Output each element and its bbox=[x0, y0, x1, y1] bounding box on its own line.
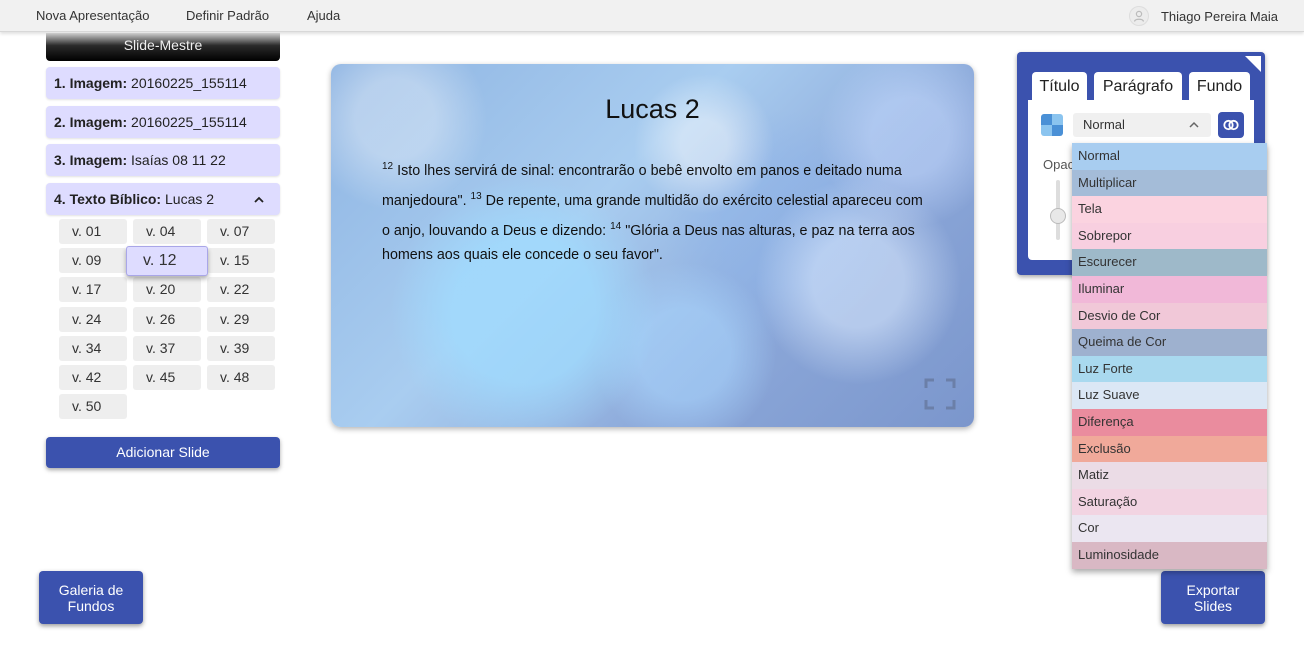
verse-number: 12 bbox=[382, 161, 394, 172]
verse-number: 14 bbox=[610, 220, 622, 232]
slide-item-4[interactable]: 4. Texto Bíblico: Lucas 2 bbox=[46, 183, 280, 215]
verse-button[interactable]: v. 07 bbox=[207, 219, 275, 244]
verse-button[interactable]: v. 24 bbox=[59, 307, 127, 332]
slide-item-number: 1. bbox=[54, 75, 66, 91]
blend-option[interactable]: Luminosidade bbox=[1072, 541, 1267, 569]
slide-item-type: Texto Bíblico: bbox=[69, 191, 162, 207]
export-slides-button[interactable]: Exportar Slides bbox=[1161, 571, 1265, 624]
verse-button[interactable]: v. 48 bbox=[207, 365, 275, 390]
blend-option[interactable]: Exclusão bbox=[1072, 435, 1267, 463]
slide-master-button[interactable]: Slide-Mestre bbox=[46, 33, 280, 61]
button-label-line: Galeria de bbox=[58, 582, 124, 598]
blend-option[interactable]: Diferença bbox=[1072, 408, 1267, 436]
slide-item-name: Isaías 08 11 22 bbox=[131, 152, 226, 168]
opacity-label: Opac bbox=[1043, 157, 1075, 172]
verse-button-active[interactable]: v. 12 bbox=[126, 246, 208, 276]
link-icon bbox=[1223, 119, 1239, 131]
chevron-up-icon bbox=[1189, 113, 1199, 137]
blend-option[interactable]: Queima de Cor bbox=[1072, 329, 1267, 356]
blend-option[interactable]: Iluminar bbox=[1072, 275, 1267, 303]
slide-item-number: 2. bbox=[54, 114, 66, 130]
chevron-up-icon[interactable] bbox=[254, 183, 264, 215]
verse-button[interactable]: v. 45 bbox=[133, 365, 201, 390]
slide-item-number: 4. bbox=[54, 191, 66, 207]
verse-button[interactable]: v. 22 bbox=[207, 277, 275, 302]
blend-option[interactable]: Escurecer bbox=[1072, 249, 1267, 276]
opacity-slider-thumb[interactable] bbox=[1050, 208, 1066, 224]
slide-title: Lucas 2 bbox=[605, 94, 700, 124]
verse-button[interactable]: v. 42 bbox=[59, 365, 127, 390]
user-name: Thiago Pereira Maia bbox=[1160, 8, 1278, 24]
blend-option[interactable]: Luz Forte bbox=[1072, 355, 1267, 383]
slide-item-type: Imagem: bbox=[69, 152, 128, 168]
slide-body-text: 12 Isto lhes servirá de sinal: encontrar… bbox=[382, 154, 927, 268]
verse-button[interactable]: v. 26 bbox=[133, 307, 201, 332]
slide-item-1[interactable]: 1. Imagem: 20160225_155114 bbox=[46, 67, 280, 99]
blend-option[interactable]: Multiplicar bbox=[1072, 169, 1267, 197]
menu-definir-padrao[interactable]: Definir Padrão bbox=[186, 8, 269, 23]
verse-number: 13 bbox=[470, 190, 482, 202]
verse-button[interactable]: v. 04 bbox=[133, 219, 201, 244]
blend-option[interactable]: Sobrepor bbox=[1072, 222, 1267, 250]
verse-button[interactable]: v. 09 bbox=[59, 248, 127, 273]
menu-nova-apresentacao[interactable]: Nova Apresentação bbox=[36, 8, 149, 23]
blend-mode-value: Normal bbox=[1083, 117, 1125, 132]
slide-item-name: Lucas 2 bbox=[165, 191, 215, 207]
blend-option[interactable]: Tela bbox=[1072, 196, 1267, 223]
button-label-line: Slides bbox=[1193, 598, 1233, 614]
verse-button[interactable]: v. 15 bbox=[207, 248, 275, 273]
slide-preview: Lucas 2 12 Isto lhes servirá de sinal: e… bbox=[331, 64, 974, 427]
button-label-line: Fundos bbox=[67, 598, 115, 614]
blend-option[interactable]: Saturação bbox=[1072, 488, 1267, 516]
background-gallery-button[interactable]: Galeria de Fundos bbox=[39, 571, 143, 624]
slide-item-2[interactable]: 2. Imagem: 20160225_155114 bbox=[46, 106, 280, 138]
add-slide-button[interactable]: Adicionar Slide bbox=[46, 437, 280, 468]
slide-item-type: Imagem: bbox=[69, 75, 128, 91]
fullscreen-icon[interactable] bbox=[924, 378, 956, 410]
verse-button[interactable]: v. 50 bbox=[59, 394, 127, 419]
verse-button[interactable]: v. 17 bbox=[59, 277, 127, 302]
verse-button[interactable]: v. 29 bbox=[207, 307, 275, 332]
link-button[interactable] bbox=[1218, 112, 1244, 138]
slide-item-type: Imagem: bbox=[69, 114, 128, 130]
user-menu[interactable]: Thiago Pereira Maia bbox=[1128, 6, 1278, 26]
user-icon bbox=[1133, 10, 1145, 22]
verse-button[interactable]: v. 20 bbox=[133, 277, 201, 302]
verse-button[interactable]: v. 01 bbox=[59, 219, 127, 244]
slide-item-name: 20160225_155114 bbox=[131, 114, 247, 130]
verse-button[interactable]: v. 39 bbox=[207, 336, 275, 361]
verse-button[interactable]: v. 37 bbox=[133, 336, 201, 361]
verse-button[interactable]: v. 34 bbox=[59, 336, 127, 361]
panel-corner-toggle[interactable] bbox=[1245, 56, 1261, 72]
slide-item-name: 20160225_155114 bbox=[131, 75, 247, 91]
slide-item-3[interactable]: 3. Imagem: Isaías 08 11 22 bbox=[46, 144, 280, 176]
blend-mode-select[interactable]: Normal bbox=[1073, 113, 1211, 137]
blend-mode-dropdown: Normal Multiplicar Tela Sobrepor Escurecer Il… bbox=[1072, 143, 1267, 569]
blend-option[interactable]: Desvio de Cor bbox=[1072, 302, 1267, 330]
blend-option[interactable]: Normal bbox=[1072, 143, 1267, 170]
avatar bbox=[1128, 6, 1149, 26]
slide-item-number: 3. bbox=[54, 152, 66, 168]
blend-option[interactable]: Cor bbox=[1072, 515, 1267, 542]
blend-option[interactable]: Matiz bbox=[1072, 462, 1267, 489]
background-swatch-icon[interactable] bbox=[1041, 114, 1063, 136]
blend-option[interactable]: Luz Suave bbox=[1072, 382, 1267, 409]
menu-ajuda[interactable]: Ajuda bbox=[307, 8, 340, 23]
button-label-line: Exportar bbox=[1186, 582, 1240, 598]
top-menu-bar: Nova Apresentação Definir Padrão Ajuda T… bbox=[0, 0, 1304, 32]
